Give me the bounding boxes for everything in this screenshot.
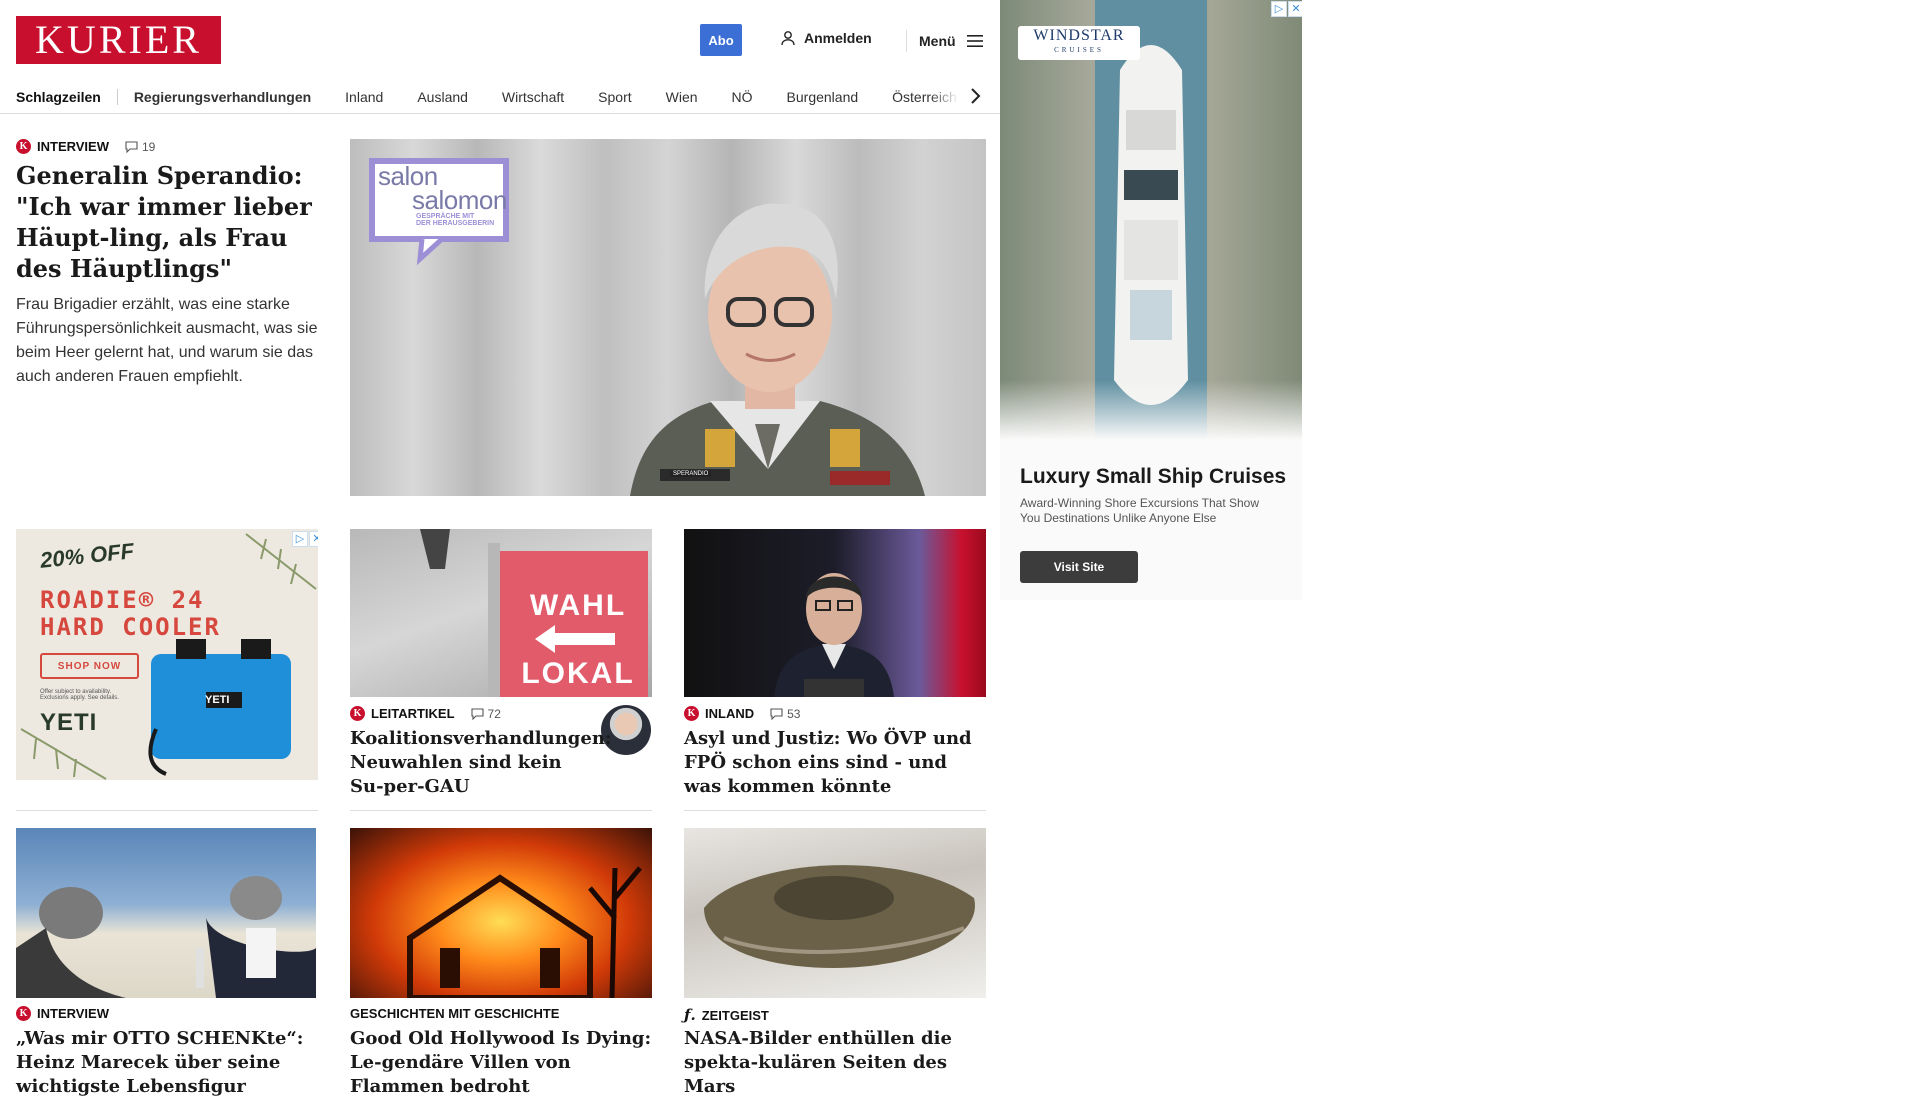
lead-headline[interactable]: Generalin Sperandio: "Ich war immer lieb…: [16, 160, 321, 284]
article-4-illustration: [407, 866, 642, 998]
section-nav: Schlagzeilen Regierungsverhandlungen Inl…: [16, 80, 976, 114]
ad-right-text: Award-Winning Shore Excursions That Show…: [1020, 496, 1260, 525]
article-1-comments[interactable]: 72: [470, 706, 501, 721]
ad-close-icon[interactable]: ✕: [1288, 1, 1302, 17]
yeti-ad[interactable]: ▷ ✕ 20% OFF ROADIE® 24 HARD COOLER SHOP …: [16, 529, 318, 780]
ad-cooler-logo: YETI: [205, 694, 230, 706]
article-2-headline[interactable]: Asyl und Justiz: Wo ÖVP und FPÖ schon ei…: [684, 727, 986, 799]
ad-shop-now-button[interactable]: SHOP NOW: [40, 653, 139, 679]
ad-canal-image: [1000, 0, 1302, 440]
wahl-sign-bottom: LOKAL: [521, 657, 635, 690]
ad-product-line2: HARD COOLER: [40, 613, 221, 641]
nav-item-regierungsverhandlungen[interactable]: Regierungsverhandlungen: [134, 89, 311, 105]
article-3-kicker: K INTERVIEW: [16, 1006, 109, 1021]
article-5-image[interactable]: [684, 828, 986, 998]
article-3-illustration: [16, 876, 316, 998]
ad-product: ROADIE® 24 HARD COOLER: [40, 587, 221, 641]
ad-divider: [16, 810, 318, 811]
comment-icon: [470, 707, 484, 720]
nav-item-sport[interactable]: Sport: [598, 89, 631, 105]
menu-label: Menü: [919, 33, 956, 49]
article-2-comment-count: 53: [787, 706, 801, 721]
nav-item-inland[interactable]: Inland: [345, 89, 383, 105]
article-1-headline[interactable]: Koalitionsverhandlungen: Neuwahlen sind …: [350, 727, 612, 799]
lead-image[interactable]: salon salomon GESPRÄCHE MIT DER HERAUSGE…: [350, 139, 986, 496]
header-divider: [0, 113, 1000, 114]
nav-item-noe[interactable]: NÖ: [732, 89, 753, 105]
visit-site-button[interactable]: Visit Site: [1020, 551, 1138, 583]
lead-teaser: Frau Brigadier erzählt, was eine starke …: [16, 296, 318, 385]
login-label: Anmelden: [804, 30, 872, 46]
chevron-right-icon[interactable]: [968, 86, 982, 106]
ad-product-line1: ROADIE® 24: [40, 586, 205, 614]
article-4-kicker: GESCHICHTEN MIT GESCHICHTE: [350, 1006, 559, 1021]
article-2-kicker-label: INLAND: [705, 706, 755, 721]
kurier-k-icon: K: [684, 706, 699, 721]
adchoices-icon[interactable]: ▷: [292, 531, 308, 547]
nav-item-ausland[interactable]: Ausland: [417, 89, 468, 105]
article-4-kicker-label: GESCHICHTEN MIT GESCHICHTE: [350, 1006, 560, 1021]
article-5-illustration: [704, 865, 975, 968]
ad-right-headline: Luxury Small Ship Cruises: [1020, 465, 1287, 488]
nav-item-schlagzeilen[interactable]: Schlagzeilen: [16, 89, 118, 105]
article-1-image[interactable]: WAHL LOKAL: [350, 529, 652, 697]
adchoices-icon[interactable]: ▷: [1271, 1, 1287, 17]
article-1-divider: [350, 810, 652, 811]
article-5-kicker-label: ZEITGEIST: [701, 1007, 769, 1023]
ad-close-icon[interactable]: ✕: [309, 531, 318, 547]
zeitgeist-icon: ƒ.: [684, 1006, 696, 1024]
comment-icon: [125, 140, 138, 153]
lead-kicker: K INTERVIEW 19: [16, 139, 155, 154]
article-4-headline[interactable]: Good Old Hollywood Is Dying: Le-gendäre …: [350, 1027, 652, 1099]
kurier-k-icon: K: [16, 139, 31, 154]
article-3-kicker-label: INTERVIEW: [37, 1006, 109, 1021]
article-5-kicker: ƒ. ZEITGEIST: [684, 1006, 769, 1024]
nav-item-burgenland[interactable]: Burgenland: [787, 89, 859, 105]
lead-comment-count: 19: [142, 139, 156, 154]
nav-item-wien[interactable]: Wien: [666, 89, 698, 105]
nav-item-wirtschaft[interactable]: Wirtschaft: [502, 89, 564, 105]
article-5-headline[interactable]: NASA-Bilder enthüllen die spekta-kulären…: [684, 1027, 986, 1099]
article-4-image[interactable]: [350, 828, 652, 998]
salon-salomon-badge: salon salomon GESPRÄCHE MIT DER HERAUSGE…: [376, 161, 508, 227]
badge-line1: salon: [378, 161, 438, 191]
hamburger-icon: [966, 35, 983, 47]
lead-comments[interactable]: 19: [125, 140, 155, 154]
ad-ship-illustration: [1000, 0, 1302, 440]
lead-kicker-label: INTERVIEW: [37, 139, 109, 154]
user-icon: [781, 31, 795, 46]
kurier-k-icon: K: [350, 706, 365, 721]
ad-choices[interactable]: ▷ ✕: [292, 531, 318, 547]
windstar-logo-line1: WINDSTAR: [1033, 27, 1125, 44]
ad-fineprint: Offer subject to availability. Exclusion…: [40, 689, 119, 701]
article-3-image[interactable]: [16, 828, 316, 998]
uniform-nametag: SPERANDIO: [670, 471, 712, 477]
article-1-comment-count: 72: [487, 706, 501, 721]
ad-brand: YETI: [40, 709, 98, 736]
article-1-kicker: K LEITARTIKEL 72: [350, 706, 501, 721]
article-2-illustration: [774, 573, 894, 697]
article-2-kicker: K INLAND 53: [684, 706, 800, 721]
abo-button[interactable]: Abo: [700, 24, 742, 56]
article-1-kicker-label: LEITARTIKEL: [371, 706, 455, 721]
windstar-logo: WINDSTAR CRUISES: [1018, 26, 1140, 60]
kurier-k-icon: K: [16, 1006, 31, 1021]
article-2-divider: [684, 810, 986, 811]
login-button[interactable]: Anmelden: [780, 30, 872, 46]
article-2-image[interactable]: [684, 529, 986, 697]
ad-fineprint-2: Exclusions apply. See details.: [40, 695, 119, 701]
windstar-ad[interactable]: ▷ ✕ WINDSTAR CRUISES Luxury Small Ship C…: [1000, 0, 1302, 600]
ad-right-choices[interactable]: ▷ ✕: [1271, 1, 1302, 17]
menu-button[interactable]: Menü: [906, 30, 984, 52]
article-3-headline[interactable]: „Was mir OTTO SCHENKte“: Heinz Marecek ü…: [16, 1027, 318, 1099]
badge-sub2: DER HERAUSGEBERIN: [416, 220, 495, 227]
windstar-logo-line2: CRUISES: [1054, 46, 1104, 54]
comment-icon: [770, 707, 783, 720]
kurier-logo[interactable]: KURIER: [16, 16, 221, 64]
article-2-comments[interactable]: 53: [770, 707, 800, 721]
wahl-sign-top: WAHL: [529, 589, 627, 622]
